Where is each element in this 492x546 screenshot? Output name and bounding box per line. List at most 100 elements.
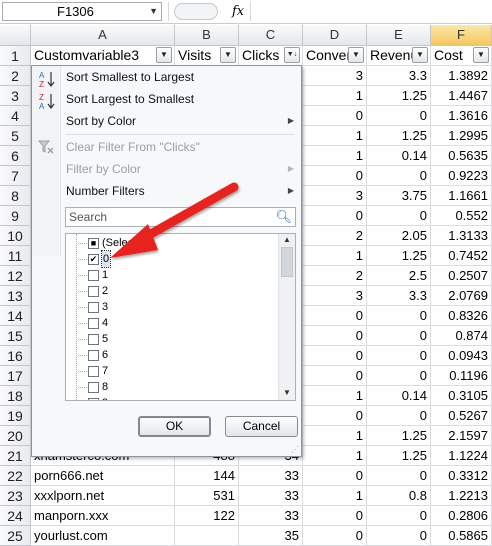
filter-value-item[interactable]: 3 [66,299,276,315]
table-cell[interactable]: 531 [175,486,239,506]
table-cell[interactable]: 1 [303,426,367,446]
table-cell[interactable]: 0.5865 [431,526,492,546]
table-cell[interactable] [175,526,239,546]
table-cell[interactable]: 0 [303,406,367,426]
row-header[interactable]: 1 [0,46,31,66]
row-header[interactable]: 5 [0,126,31,146]
table-cell[interactable]: 3.75 [367,186,431,206]
filter-dropdown-button[interactable]: ▼ [220,47,236,63]
header-cell[interactable]: Visits ▼ [175,46,239,66]
row-header[interactable]: 9 [0,206,31,226]
table-cell[interactable]: 0 [367,526,431,546]
filter-value-item[interactable]: 4 [66,315,276,331]
table-cell[interactable]: 122 [175,506,239,526]
table-cell[interactable]: 0.1196 [431,366,492,386]
table-cell[interactable]: 0 [367,166,431,186]
row-header[interactable]: 24 [0,506,31,526]
column-header-e[interactable]: E [367,25,431,46]
filter-value-checkbox[interactable] [88,366,99,377]
row-header[interactable]: 6 [0,146,31,166]
insert-function-icon[interactable]: fx [232,2,244,21]
row-header[interactable]: 11 [0,246,31,266]
table-cell[interactable]: 33 [239,486,303,506]
row-header[interactable]: 16 [0,346,31,366]
table-cell[interactable]: 0 [367,466,431,486]
filter-value-item[interactable]: 6 [66,347,276,363]
table-cell[interactable]: 0 [303,306,367,326]
table-cell[interactable]: 3 [303,186,367,206]
filter-by-color-item[interactable]: Filter by Color ▶ [66,158,294,180]
header-cell[interactable]: Clicks ▼↓ [239,46,303,66]
row-header[interactable]: 13 [0,286,31,306]
table-cell[interactable]: 1.4467 [431,86,492,106]
resize-grip-icon[interactable]: ⋰ [291,446,299,454]
table-cell[interactable]: 1.3892 [431,66,492,86]
table-cell[interactable]: 0 [303,106,367,126]
table-cell[interactable]: 3 [303,66,367,86]
table-cell[interactable]: 1 [303,446,367,466]
table-cell[interactable]: 0 [367,326,431,346]
header-cell[interactable]: Revenu ▼ [367,46,431,66]
row-header[interactable]: 7 [0,166,31,186]
table-cell[interactable]: 0 [303,526,367,546]
table-cell[interactable]: 2 [303,226,367,246]
filter-value-checkbox[interactable] [88,302,99,313]
row-header[interactable]: 15 [0,326,31,346]
table-cell[interactable]: 1 [303,486,367,506]
cancel-button[interactable]: Cancel [225,416,298,437]
column-header-d[interactable]: D [303,25,367,46]
row-header[interactable]: 12 [0,266,31,286]
table-cell[interactable]: 0.2806 [431,506,492,526]
column-header-a[interactable]: A [31,25,175,46]
row-header[interactable]: 4 [0,106,31,126]
row-header[interactable]: 14 [0,306,31,326]
row-header[interactable]: 2 [0,66,31,86]
filter-value-checkbox[interactable] [88,286,99,297]
table-cell[interactable]: 1.25 [367,86,431,106]
filter-value-item[interactable]: 9 [66,395,276,400]
table-cell[interactable]: 1.25 [367,426,431,446]
table-cell[interactable]: 0.14 [367,146,431,166]
scroll-down-icon[interactable]: ▼ [283,388,291,398]
table-cell[interactable]: 0 [367,106,431,126]
chevron-down-icon[interactable]: ▼ [149,3,158,20]
table-cell[interactable]: 0 [303,326,367,346]
row-header[interactable]: 17 [0,366,31,386]
table-cell[interactable]: 1.3133 [431,226,492,246]
filter-value-checkbox[interactable]: ■ [88,238,99,249]
column-header-f[interactable]: F [431,25,492,46]
row-header[interactable]: 25 [0,526,31,546]
table-cell[interactable]: 0 [367,206,431,226]
table-cell[interactable]: 0 [303,466,367,486]
row-header[interactable]: 18 [0,386,31,406]
filter-value-item[interactable]: 5 [66,331,276,347]
table-cell[interactable]: 1.2995 [431,126,492,146]
table-cell[interactable]: 0 [303,166,367,186]
table-cell[interactable]: xxxlporn.net [31,486,175,506]
filter-value-checkbox[interactable] [88,270,99,281]
table-cell[interactable]: 2 [303,266,367,286]
table-cell[interactable]: 0.3105 [431,386,492,406]
table-cell[interactable]: 2.05 [367,226,431,246]
row-header[interactable]: 10 [0,226,31,246]
table-cell[interactable]: yourlust.com [31,526,175,546]
filter-dropdown-button[interactable]: ▼ [348,47,364,63]
filter-value-checkbox[interactable] [88,350,99,361]
filter-dropdown-button[interactable]: ▼ [473,47,489,63]
table-cell[interactable]: 0 [367,366,431,386]
table-cell[interactable]: 1 [303,386,367,406]
row-header[interactable]: 8 [0,186,31,206]
values-scrollbar[interactable]: ▲ ▼ [278,234,295,400]
column-header-b[interactable]: B [175,25,239,46]
filter-value-item[interactable]: 8 [66,379,276,395]
table-cell[interactable]: 0 [303,206,367,226]
table-cell[interactable]: 1 [303,86,367,106]
table-cell[interactable]: 1.2213 [431,486,492,506]
table-cell[interactable]: 0.874 [431,326,492,346]
formula-input[interactable] [250,2,492,21]
filter-button-active[interactable]: ▼↓ [284,47,300,63]
filter-value-checkbox[interactable] [88,398,99,400]
table-cell[interactable]: 0.9223 [431,166,492,186]
table-cell[interactable]: 0.8 [367,486,431,506]
header-cell[interactable]: Customvariable3 ▼ [31,46,175,66]
